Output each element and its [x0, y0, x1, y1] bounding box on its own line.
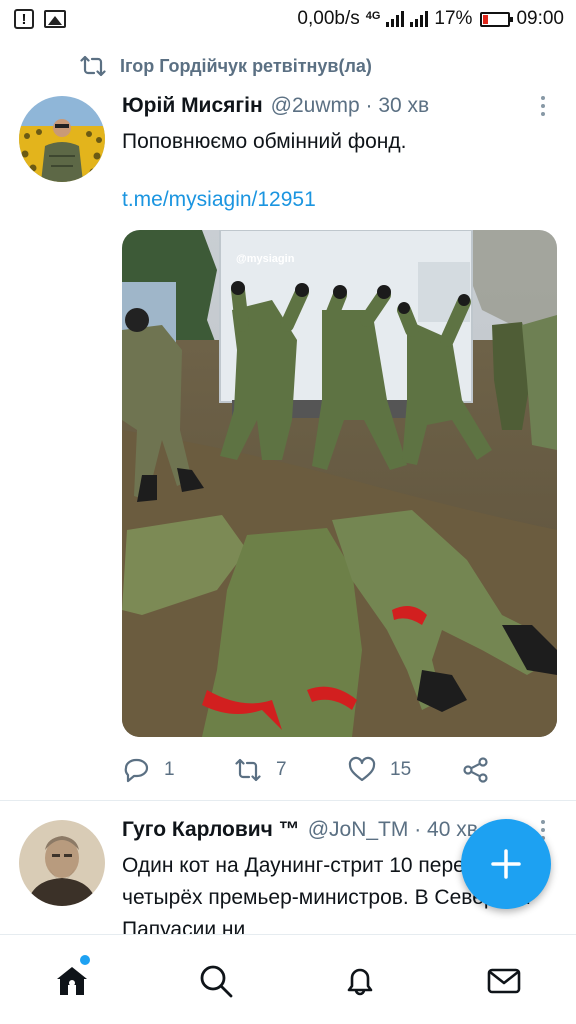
next-author-avatar[interactable] [19, 820, 105, 906]
retweet-count: 7 [276, 759, 287, 780]
nav-notifications[interactable] [340, 961, 380, 1001]
bell-icon [347, 968, 373, 996]
nav-home[interactable] [52, 961, 92, 1001]
clock: 09:00 [516, 8, 564, 29]
reply-count: 1 [164, 759, 175, 780]
author-name[interactable]: Юрій Мисягін [122, 94, 263, 118]
bottom-navigation [0, 934, 576, 1024]
battery-percent: 17% [434, 8, 473, 29]
tweet-header[interactable]: Юрій Мисягін @2uwmp · 30 хв [122, 92, 429, 120]
reply-icon [124, 758, 149, 783]
network-type: 4G [365, 10, 381, 22]
network-speed: 0,00b/s [297, 8, 360, 29]
next-author-name[interactable]: Гуго Карлович ™ [122, 818, 300, 842]
like-button[interactable]: 15 [348, 756, 411, 784]
retweet-button[interactable]: 7 [234, 756, 287, 784]
retweet-notice-text: Ігор Гордійчук ретвітнув(ла) [120, 55, 372, 76]
tweet-link[interactable]: t.me/mysiagin/12951 [122, 188, 316, 212]
home-icon [57, 967, 87, 995]
signal-icon [386, 11, 405, 27]
retweet-icon [80, 55, 106, 77]
tweet-actions: 1 7 15 [122, 752, 562, 788]
signal-icon-2 [410, 11, 429, 27]
plus-icon [491, 849, 521, 879]
nav-search[interactable] [196, 961, 236, 1001]
tweet-media-photo[interactable]: @mysiagin [122, 230, 557, 737]
retweet-notice[interactable]: Ігор Гордійчук ретвітнув(ла) [80, 54, 372, 78]
retweet-icon [235, 758, 261, 782]
next-author-handle-time: @JoN_TM · 40 хв [307, 818, 478, 841]
reply-button[interactable]: 1 [122, 756, 175, 784]
status-bar: ! 0,00b/s 4G 17% 09:00 [0, 0, 576, 38]
author-handle-time: @2uwmp · 30 хв [270, 94, 430, 117]
next-tweet-header[interactable]: Гуго Карлович ™ @JoN_TM · 40 хв [122, 816, 478, 844]
like-count: 15 [390, 759, 412, 780]
tweet-text: Поповнюємо обмінний фонд. [122, 130, 407, 153]
author-avatar[interactable] [19, 96, 105, 182]
heart-icon [348, 756, 376, 782]
nav-messages[interactable] [484, 961, 524, 1001]
share-button[interactable] [462, 756, 490, 784]
tweet-divider [0, 800, 576, 801]
mail-icon [487, 968, 521, 994]
search-icon [200, 965, 233, 998]
image-notification-icon [44, 10, 66, 28]
battery-icon [480, 11, 514, 27]
share-icon [463, 757, 488, 783]
compose-tweet-button[interactable] [461, 819, 551, 909]
tweet-more-button[interactable] [533, 91, 553, 121]
media-watermark: @mysiagin [236, 253, 295, 265]
alert-icon: ! [14, 9, 34, 29]
home-notification-dot [80, 955, 90, 965]
